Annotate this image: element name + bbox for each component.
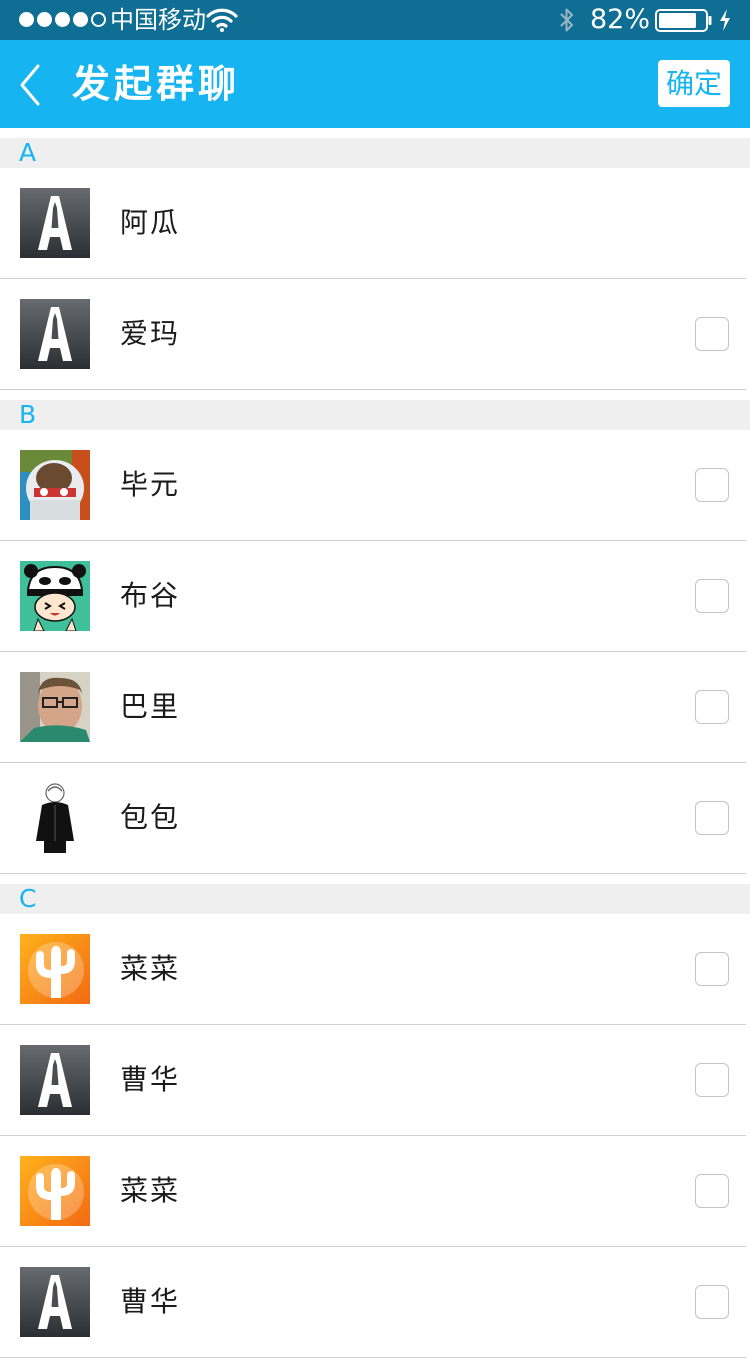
- contact-name: 阿瓜: [120, 206, 181, 239]
- contact-row[interactable]: 爱玛: [0, 279, 750, 390]
- signal-dot: [55, 12, 70, 27]
- contact-row[interactable]: 曹华: [0, 1247, 750, 1358]
- contact-name: 曹华: [120, 1285, 181, 1318]
- signal-strength-indicator: [19, 12, 106, 29]
- section-header: B: [0, 400, 750, 430]
- select-checkbox[interactable]: [695, 1174, 729, 1208]
- contact-row[interactable]: 包包: [0, 763, 750, 874]
- contact-name: 巴里: [120, 690, 181, 723]
- contact-name: 包包: [120, 801, 181, 834]
- avatar: [20, 672, 90, 742]
- page-title: 发起群聊: [72, 62, 241, 106]
- avatar: [20, 1045, 90, 1115]
- contact-name: 曹华: [120, 1063, 181, 1096]
- avatar: [20, 299, 90, 369]
- contact-row[interactable]: 菜菜: [0, 914, 750, 1025]
- battery-icon: [655, 9, 712, 32]
- select-checkbox[interactable]: [695, 579, 729, 613]
- select-checkbox[interactable]: [695, 952, 729, 986]
- wifi-icon: [206, 8, 238, 32]
- lightning-icon: [720, 9, 730, 31]
- select-checkbox[interactable]: [695, 317, 729, 351]
- select-checkbox[interactable]: [695, 690, 729, 724]
- bluetooth-icon: [560, 8, 573, 32]
- contact-row[interactable]: 毕元: [0, 430, 750, 541]
- chevron-left-icon[interactable]: [14, 62, 48, 108]
- contact-name: 布谷: [120, 579, 181, 612]
- select-checkbox[interactable]: [695, 468, 729, 502]
- battery-percentage: 82%: [590, 4, 651, 35]
- contact-name: 菜菜: [120, 1174, 181, 1207]
- navigation-bar: 发起群聊 确定: [0, 40, 750, 128]
- select-checkbox[interactable]: [695, 1285, 729, 1319]
- section-spacer: [0, 874, 750, 884]
- signal-dot: [37, 12, 52, 27]
- signal-dot: [19, 12, 34, 27]
- avatar: [20, 188, 90, 258]
- avatar: [20, 1267, 90, 1337]
- status-bar: 中国移动 82%: [0, 0, 750, 40]
- contact-name: 毕元: [120, 468, 181, 501]
- contact-row[interactable]: 曹华: [0, 1025, 750, 1136]
- contact-row[interactable]: 菜菜: [0, 1136, 750, 1247]
- avatar: [20, 1156, 90, 1226]
- contact-row[interactable]: 阿瓜: [0, 168, 750, 279]
- contact-row[interactable]: 布谷: [0, 541, 750, 652]
- contact-row[interactable]: 巴里: [0, 652, 750, 763]
- avatar: [20, 934, 90, 1004]
- select-checkbox[interactable]: [695, 1063, 729, 1097]
- carrier-name: 中国移动: [110, 6, 206, 34]
- section-header: C: [0, 884, 750, 914]
- section-spacer: [0, 390, 750, 400]
- confirm-button[interactable]: 确定: [658, 60, 730, 107]
- avatar: [20, 561, 90, 631]
- section-header: A: [0, 138, 750, 168]
- signal-dot: [91, 12, 106, 27]
- contact-name: 菜菜: [120, 952, 181, 985]
- avatar: [20, 450, 90, 520]
- signal-dot: [73, 12, 88, 27]
- avatar: [20, 783, 90, 853]
- section-spacer: [0, 128, 750, 138]
- contact-name: 爱玛: [120, 317, 181, 350]
- select-checkbox[interactable]: [695, 801, 729, 835]
- contact-list: A 阿瓜 爱玛 B 毕元 布谷 巴里 包包 C 菜菜 曹华 菜菜 曹华: [0, 128, 750, 1358]
